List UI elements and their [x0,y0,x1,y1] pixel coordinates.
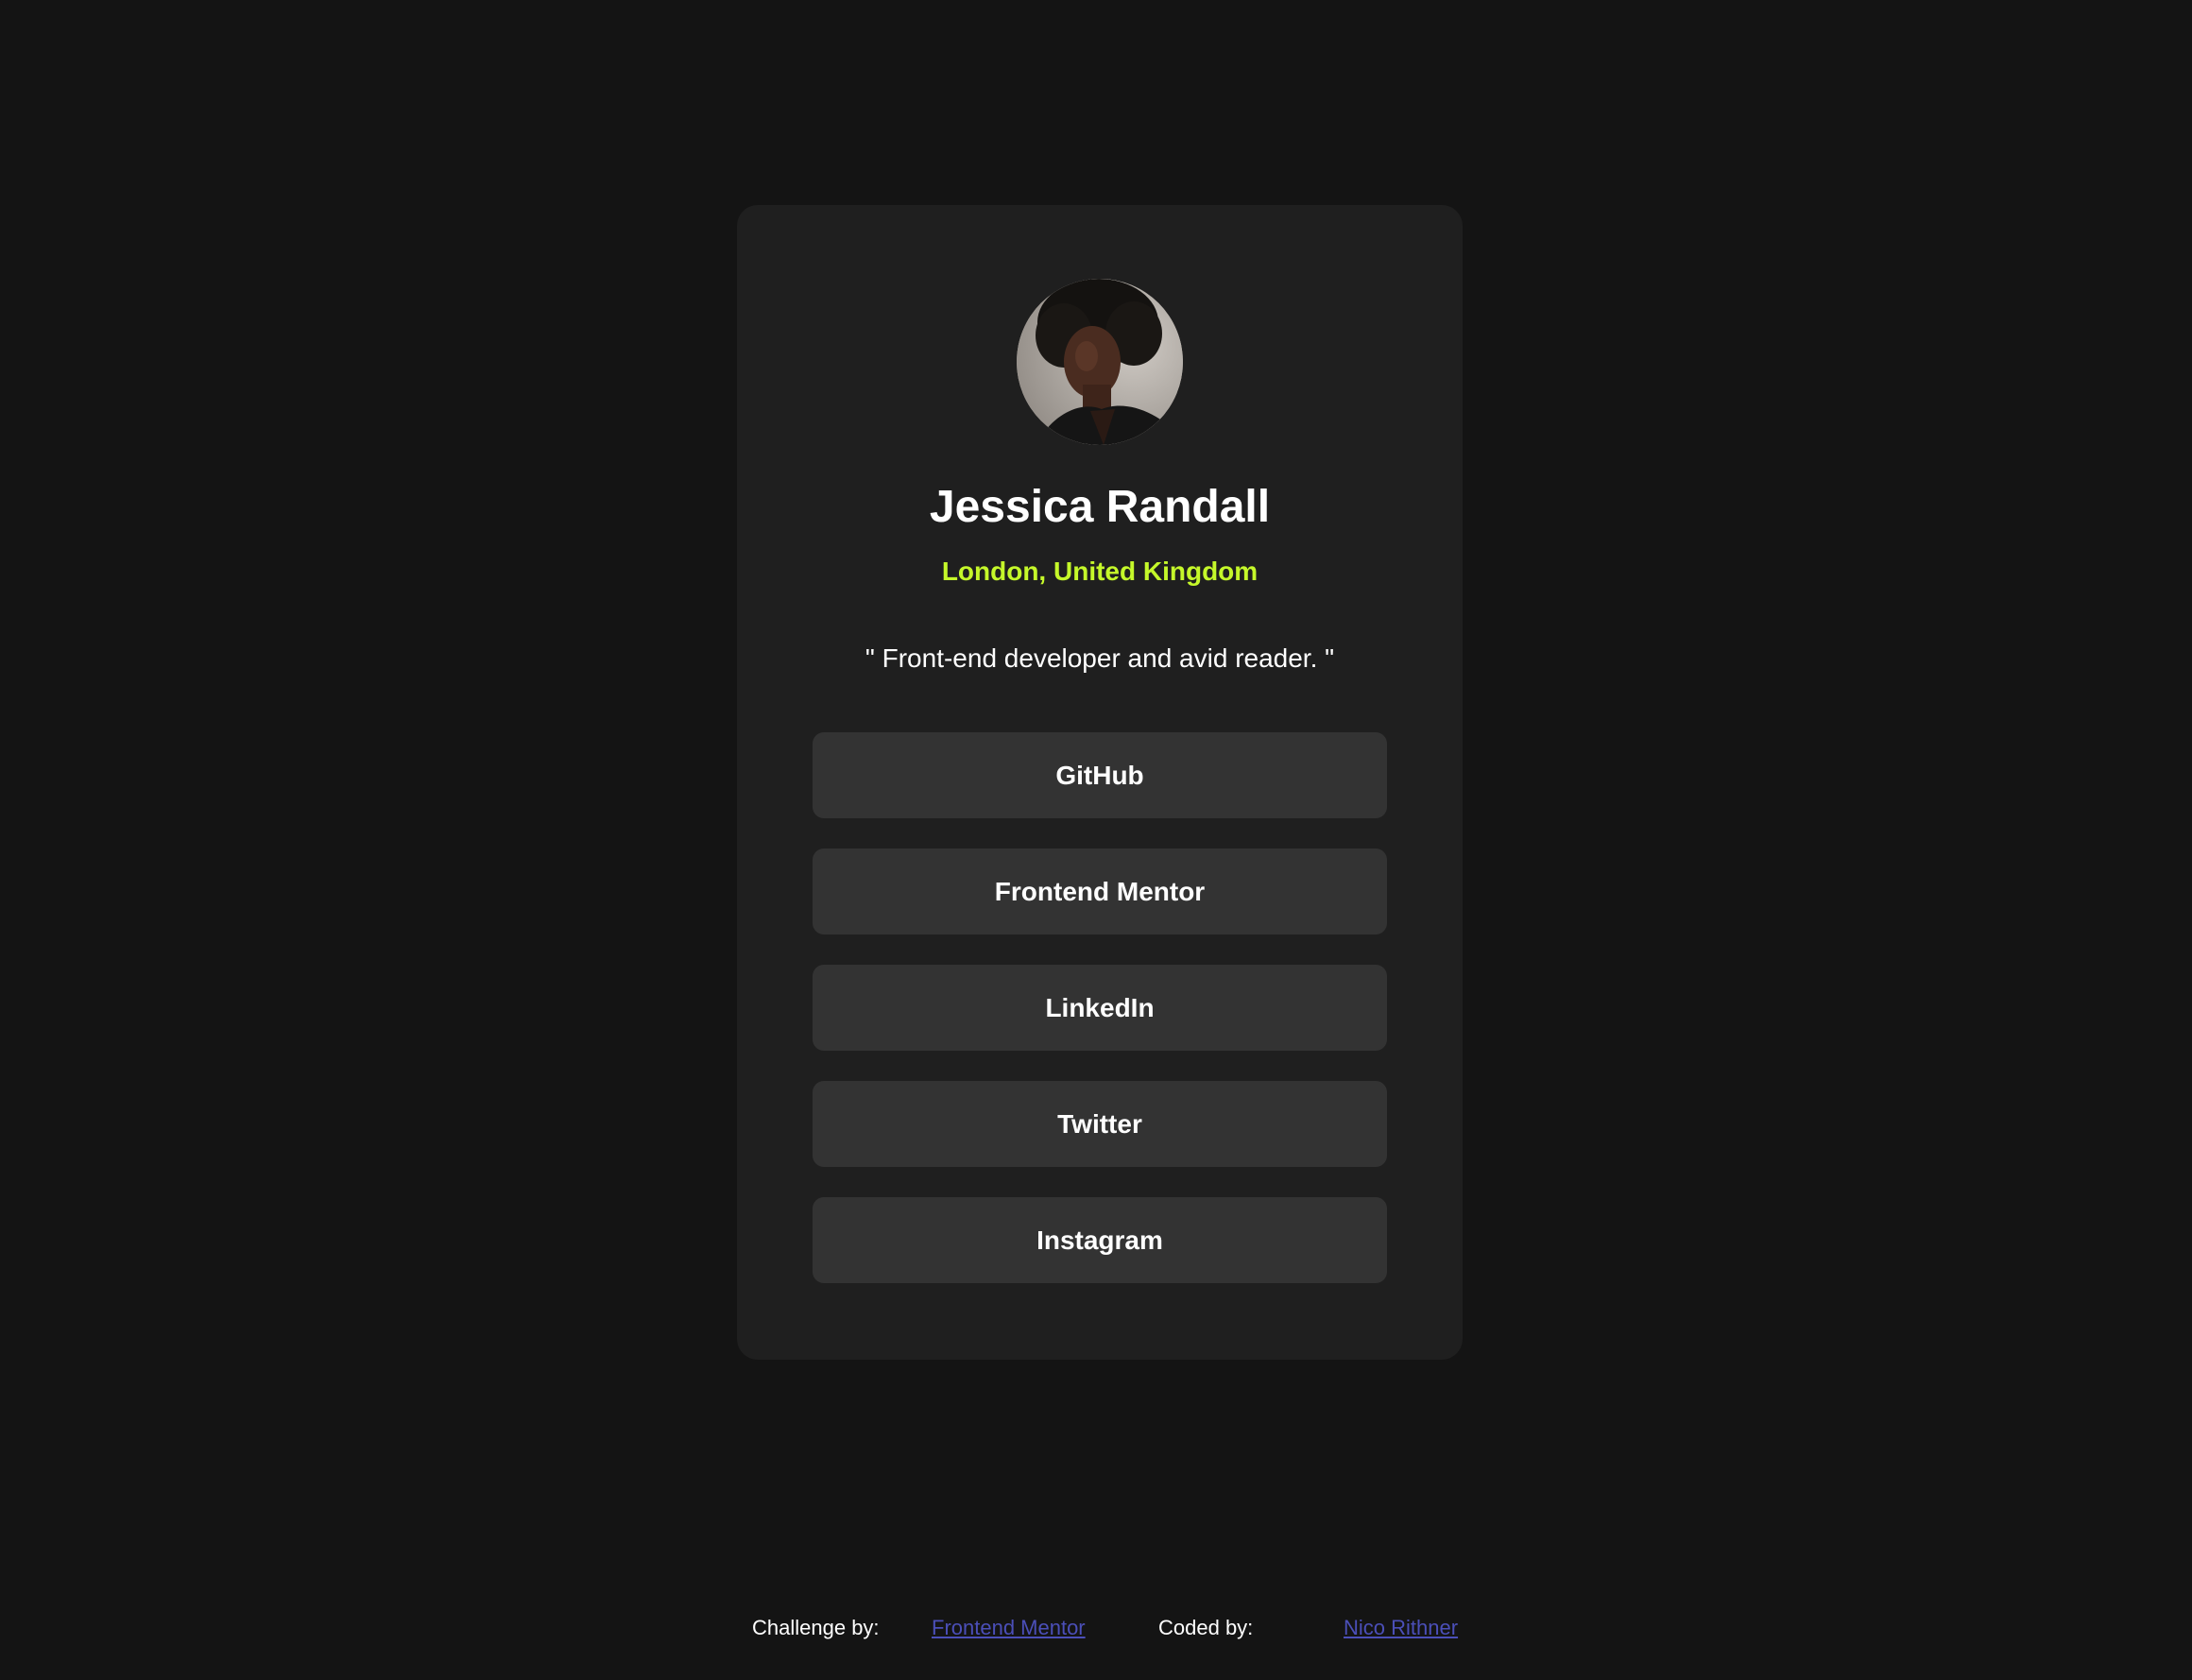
coded-by-link[interactable]: Nico Rithner [1344,1614,1458,1642]
profile-name: Jessica Randall [929,482,1271,532]
instagram-link-button[interactable]: Instagram [813,1197,1387,1283]
profile-location: London, United Kingdom [941,557,1259,586]
github-link-button[interactable]: GitHub [813,732,1387,818]
linkedin-link-button[interactable]: LinkedIn [813,965,1387,1051]
profile-card: Jessica Randall London, United Kingdom "… [737,205,1463,1360]
avatar [1017,279,1183,445]
challenge-by-label: Challenge by: [752,1616,880,1639]
profile-bio: " Front-end developer and avid reader. " [865,643,1335,673]
twitter-link-button[interactable]: Twitter [813,1081,1387,1167]
frontend-mentor-link-button[interactable]: Frontend Mentor [813,849,1387,934]
attribution-footer: Challenge by: Frontend Mentor Coded by: … [0,1614,2192,1642]
challenge-by-link[interactable]: Frontend Mentor [932,1614,1086,1642]
coded-by-label: Coded by: [1158,1616,1254,1639]
social-links-list: GitHub Frontend Mentor LinkedIn Twitter … [813,732,1387,1313]
avatar-portrait-image [1017,279,1183,445]
